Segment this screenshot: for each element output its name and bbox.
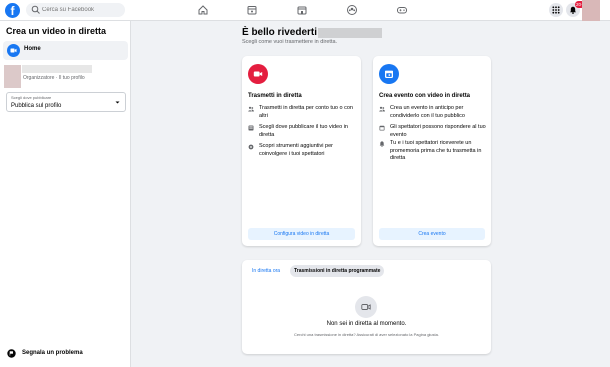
- feature-text: Scopri strumenti aggiuntivi per coinvolg…: [259, 143, 333, 157]
- home-icon[interactable]: [197, 4, 209, 16]
- page-subtitle: Scegli come vuoi trasmettere in diretta.: [242, 39, 338, 45]
- tab-scheduled-broadcasts[interactable]: Trasmissioni in diretta programmate: [290, 265, 385, 277]
- sidebar-item-home[interactable]: Home: [3, 41, 128, 60]
- feature-text: Gli spettatori possono rispondere al tuo…: [390, 124, 486, 138]
- video-camera-icon: [355, 296, 377, 318]
- page-title: È bello rivederti: [242, 27, 318, 38]
- top-navigation-bar: f 20+: [0, 0, 610, 21]
- pages-icon[interactable]: [246, 4, 258, 16]
- tab-live-now[interactable]: In diretta ora: [248, 265, 284, 277]
- feed-icon: [248, 125, 254, 131]
- people-icon: [248, 106, 254, 112]
- feature-text: Crea un evento in anticipo per condivide…: [390, 105, 465, 119]
- grid-menu-icon: [552, 6, 560, 14]
- card-title: Crea evento con video in diretta: [379, 93, 471, 99]
- account-avatar[interactable]: [582, 0, 600, 21]
- calendar-icon: [379, 64, 399, 84]
- video-camera-icon: [248, 64, 268, 84]
- go-live-card: Trasmetti in diretta Trasmetti in dirett…: [242, 56, 361, 246]
- settings-gear-icon: [248, 144, 254, 150]
- empty-state-title: Non sei in diretta al momento.: [326, 321, 407, 327]
- report-flag-icon: [7, 349, 16, 358]
- gaming-icon[interactable]: [396, 4, 408, 16]
- bell-icon: [379, 141, 385, 147]
- report-problem-label: Segnala un problema: [22, 350, 83, 356]
- page-scrollbar[interactable]: [602, 21, 610, 367]
- setup-live-video-button[interactable]: Configura video in diretta: [248, 228, 355, 240]
- feature-text: Scegli dove pubblicare il tuo video in d…: [259, 124, 348, 138]
- live-broadcasts-panel: In diretta ora Trasmissioni in diretta p…: [242, 260, 491, 354]
- profile-name-redacted: [22, 65, 92, 73]
- select-value: Pubblica sul profilo: [11, 103, 62, 109]
- feature-text: Tu e i tuoi spettatori riceverete un pro…: [390, 140, 482, 161]
- search-icon: [31, 5, 40, 14]
- search-input[interactable]: [42, 3, 122, 17]
- user-name-redacted: [318, 28, 382, 38]
- facebook-logo[interactable]: f: [5, 3, 20, 18]
- empty-state-description: Cerchi una trasmissione in diretta? Assi…: [294, 332, 439, 337]
- calendar-check-icon: [379, 125, 385, 131]
- create-event-button[interactable]: Crea evento: [379, 228, 485, 240]
- menu-button[interactable]: [549, 3, 563, 17]
- groups-icon[interactable]: [346, 4, 358, 16]
- people-icon: [379, 106, 385, 112]
- publish-location-select[interactable]: Scegli dove pubblicare Pubblica sul prof…: [6, 92, 126, 112]
- feature-text: Trasmetti in diretta per conto tuo o con…: [259, 105, 353, 119]
- card-title: Trasmetti in diretta: [248, 93, 302, 99]
- sidebar-item-label: Home: [24, 46, 41, 52]
- profile-avatar[interactable]: [4, 65, 21, 88]
- marketplace-icon[interactable]: [296, 4, 308, 16]
- profile-role: Organizzatore · Il tuo profilo: [23, 75, 85, 81]
- chevron-down-icon: [115, 101, 120, 104]
- sidebar: Crea un video in diretta Home Organizzat…: [0, 21, 131, 367]
- sidebar-title: Crea un video in diretta: [6, 26, 107, 36]
- live-event-card: Crea evento con video in diretta Crea un…: [373, 56, 491, 246]
- home-icon: [7, 44, 20, 57]
- select-label: Scegli dove pubblicare: [11, 95, 52, 100]
- search-box[interactable]: [26, 3, 125, 17]
